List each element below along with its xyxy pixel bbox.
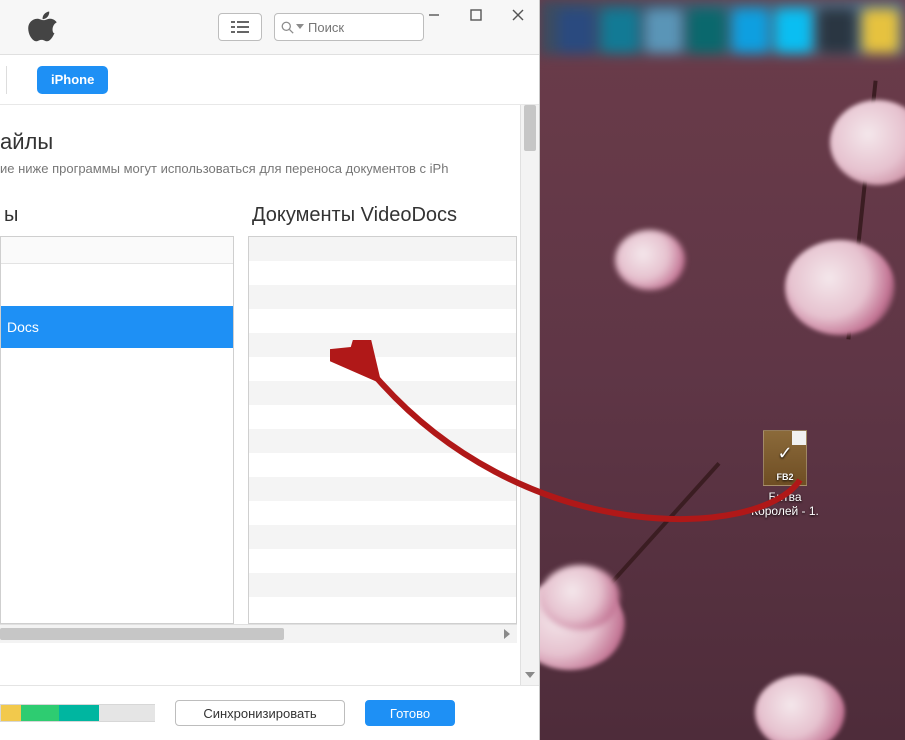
desktop-file-label-line2: Королей - 1. (745, 504, 825, 518)
docs-column-teittel: Документы VideoDocs (248, 204, 517, 236)
documents-drop-area[interactable] (248, 236, 517, 624)
content-area: айлы ие ниже программы могут использоват… (0, 105, 539, 685)
view-mode-toggle[interactable] (218, 13, 262, 41)
itunes-window: iPhone айлы ие ниже программы могут испо… (0, 0, 540, 740)
chevron-down-icon (296, 24, 304, 30)
apps-list[interactable]: Docs (0, 236, 234, 624)
taskbar-blurred (540, 0, 905, 55)
app-row[interactable] (1, 264, 233, 306)
fb2-file-icon: ✓ FB2 (763, 430, 807, 486)
window-controls (413, 0, 539, 30)
documents-list-empty (249, 237, 516, 623)
section-description: ие ниже программы могут использоваться д… (0, 161, 517, 204)
search-field[interactable] (274, 13, 424, 41)
section-title-files: айлы (0, 111, 517, 161)
footer-bar: Синхронизировать Готово (0, 685, 539, 740)
app-row-selected[interactable]: Docs (1, 306, 233, 348)
sync-button[interactable]: Синхронизировать (175, 700, 345, 726)
minimize-button[interactable] (413, 0, 455, 30)
apps-list-header (1, 237, 233, 264)
file-icon-glyph: ✓ (764, 443, 806, 464)
close-button[interactable] (497, 0, 539, 30)
search-icon (281, 21, 294, 34)
device-bar: iPhone (0, 55, 539, 105)
desktop-background: ✓ FB2 Битва Королей - 1. (0, 0, 905, 740)
search-input[interactable] (308, 20, 417, 35)
vertical-scrollbar[interactable] (520, 105, 539, 685)
file-extension-badge: FB2 (764, 472, 806, 482)
desktop-file-label-line1: Битва (745, 490, 825, 504)
device-pill-iphone[interactable]: iPhone (37, 66, 108, 94)
horizontal-scrollbar[interactable] (0, 624, 517, 643)
done-button[interactable]: Готово (365, 700, 455, 726)
maximize-button[interactable] (455, 0, 497, 30)
titlebar (0, 0, 539, 55)
storage-capacity-bar (0, 704, 155, 722)
apps-column-title: ы (0, 204, 234, 236)
desktop-file-fb2[interactable]: ✓ FB2 Битва Королей - 1. (745, 430, 825, 518)
apple-logo-icon (28, 10, 58, 44)
